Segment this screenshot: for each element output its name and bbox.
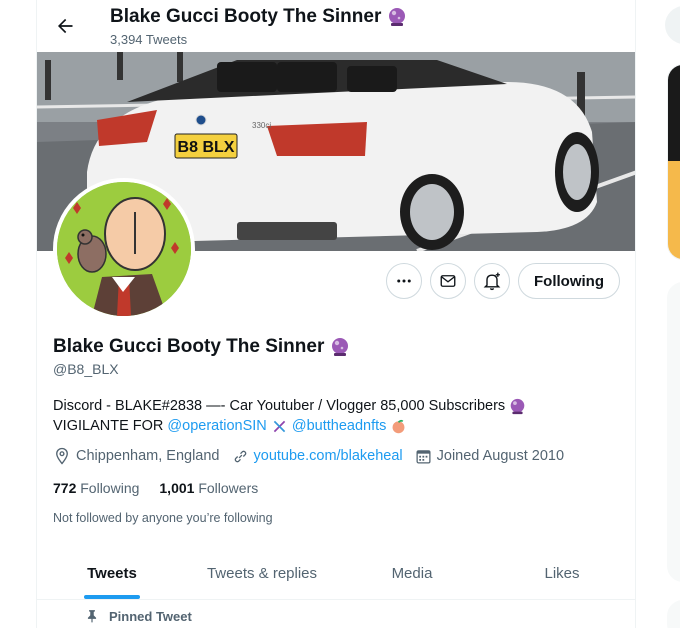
tab-media[interactable]: Media [337, 547, 487, 599]
license-plate-text: B8 BLX [178, 139, 235, 156]
bio-line-1-text: Discord - BLAKE#2838 —- Car Youtuber / V… [53, 398, 506, 414]
tweet-count: 3,394 Tweets [110, 32, 188, 47]
calendar-icon [416, 449, 431, 464]
arrow-left-icon [58, 18, 73, 34]
crystal-ball-icon [510, 398, 525, 414]
more-dots-icon [397, 279, 411, 283]
sidebar-card-strip [668, 161, 680, 259]
notifications-button[interactable] [474, 263, 510, 299]
profile-handle: @B8_BLX [53, 361, 119, 377]
link-icon [234, 450, 246, 462]
bio-line-2: VIGILANTE FOR @operationSIN @buttheadnft… [53, 416, 613, 436]
sidebar-panel [667, 282, 680, 582]
header-title: Blake Gucci Booty The Sinner [110, 6, 407, 28]
location-text: Chippenham, England [76, 448, 220, 464]
profile-column: Blake Gucci Booty The Sinner 3,394 Tweet… [36, 0, 636, 628]
website-link[interactable]: youtube.com/blakeheal [254, 448, 403, 464]
profile-bio: Discord - BLAKE#2838 —- Car Youtuber / V… [53, 396, 613, 436]
message-button[interactable] [430, 263, 466, 299]
profile-avatar[interactable] [53, 178, 195, 320]
location-item: Chippenham, England [53, 447, 220, 465]
followers-count: 1,001 [159, 480, 195, 496]
operationsin-link[interactable]: @operationSIN [167, 418, 266, 434]
dna-icon [273, 420, 286, 432]
more-options-button[interactable] [386, 263, 422, 299]
profile-header-bar: Blake Gucci Booty The Sinner 3,394 Tweet… [37, 0, 635, 52]
profile-tabs: Tweets Tweets & replies Media Likes [37, 547, 635, 600]
sidebar-search-box[interactable] [665, 6, 680, 44]
profile-meta: Chippenham, England youtube.com/blakehea… [53, 447, 576, 465]
sidebar-panel-bottom [667, 600, 680, 628]
tab-tweets-replies[interactable]: Tweets & replies [187, 547, 337, 599]
profile-name: Blake Gucci Booty The Sinner [53, 336, 350, 358]
peach-icon [392, 419, 405, 433]
envelope-icon [440, 275, 456, 287]
header-title-text: Blake Gucci Booty The Sinner [110, 6, 382, 27]
profile-name-text: Blake Gucci Booty The Sinner [53, 336, 325, 357]
bio-line-1: Discord - BLAKE#2838 —- Car Youtuber / V… [53, 396, 613, 416]
back-button[interactable] [49, 10, 81, 42]
joined-text: Joined August 2010 [436, 448, 565, 464]
joined-item: Joined August 2010 [415, 448, 564, 465]
bio-line-2-prefix: VIGILANTE FOR [53, 418, 164, 434]
followers-label: Followers [198, 480, 259, 496]
tab-tweets[interactable]: Tweets [37, 547, 187, 599]
pin-icon [87, 610, 97, 623]
pinned-label: Pinned Tweet [109, 608, 192, 624]
left-gutter [0, 0, 36, 628]
pinned-tweet-header: Pinned Tweet [85, 608, 192, 624]
website-item: youtube.com/blakeheal [232, 448, 403, 465]
buttheadnfts-link[interactable]: @buttheadnfts [292, 418, 387, 434]
sidebar-card-banner [668, 65, 680, 161]
following-button[interactable]: Following [518, 263, 620, 299]
follow-stats: 772 Following 1,001 Followers [53, 480, 278, 496]
sidebar-profile-card[interactable] [667, 64, 680, 260]
crystal-ball-icon [389, 8, 406, 26]
location-pin-icon [56, 447, 68, 465]
model-badge-text: 330ci [252, 121, 271, 130]
bell-plus-icon [483, 272, 501, 291]
avatar-image [57, 182, 191, 316]
following-count: 772 [53, 480, 77, 496]
following-count-link[interactable]: 772 Following [53, 480, 139, 496]
right-sidebar [637, 0, 680, 628]
followers-count-link[interactable]: 1,001 Followers [159, 480, 258, 496]
following-label: Following [80, 480, 140, 496]
not-followed-note: Not followed by anyone you’re following [53, 511, 273, 525]
tab-likes[interactable]: Likes [487, 547, 635, 599]
crystal-ball-icon [332, 338, 349, 356]
